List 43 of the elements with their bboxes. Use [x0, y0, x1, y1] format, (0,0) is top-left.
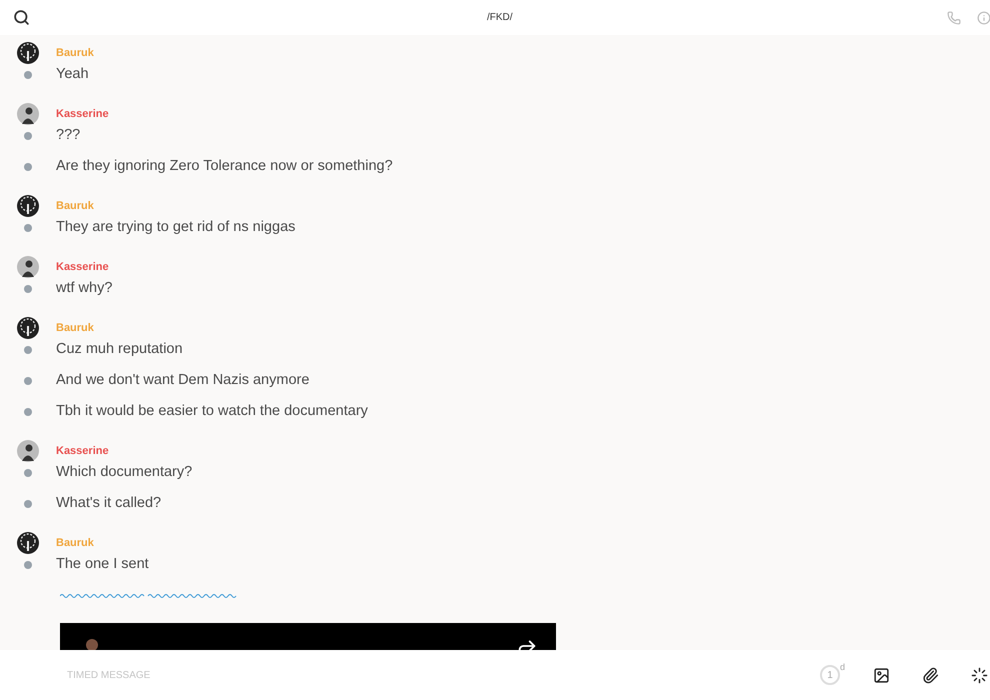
message-text: What's it called?: [56, 494, 162, 513]
message-text: They are trying to get rid of ns niggas: [56, 218, 296, 237]
avatar: [17, 440, 39, 462]
avatar: [17, 317, 39, 339]
avatar: [17, 256, 39, 278]
sender-name[interactable]: Kasserine: [56, 106, 109, 122]
sender-name[interactable]: Bauruk: [56, 198, 94, 214]
message-text: wtf why?: [56, 278, 112, 298]
message-bullet: [24, 500, 32, 508]
image-icon[interactable]: [873, 666, 890, 684]
message-bullet: [24, 376, 32, 384]
avatar: [17, 195, 39, 217]
message-text: Are they ignoring Zero Tolerance now or something?: [56, 156, 393, 176]
message-text: Cuz muh reputation: [56, 340, 183, 359]
message-bullet: [24, 408, 32, 416]
sender-name[interactable]: Kasserine: [56, 442, 109, 460]
message-text: The one I sent: [56, 554, 149, 574]
message-text: Which documentary?: [56, 462, 192, 482]
sender-name[interactable]: Bauruk: [56, 534, 94, 552]
avatar: [17, 103, 39, 125]
message-bullet: [24, 468, 32, 476]
loader-icon[interactable]: [971, 666, 988, 684]
sender-name[interactable]: Bauruk: [56, 320, 94, 336]
message-bullet: [24, 132, 32, 140]
message-bullet: [24, 224, 32, 232]
paperclip-icon[interactable]: [922, 666, 939, 684]
link-drawing[interactable]: [60, 592, 238, 598]
message-text: And we don't want Dem Nazis anymore: [56, 370, 310, 390]
message-text: Yeah: [56, 64, 89, 84]
message-bullet: [24, 70, 32, 78]
message-text: Tbh it would be easier to watch the documentary: [56, 402, 368, 421]
message-bullet: [24, 346, 32, 354]
message-bullet: [24, 162, 32, 170]
avatar: [17, 42, 39, 64]
sender-name[interactable]: Bauruk: [56, 44, 94, 62]
avatar: [17, 532, 39, 554]
message-text: ???: [56, 126, 80, 145]
message-bullet: [24, 284, 32, 292]
search-icon[interactable]: [13, 9, 30, 26]
message-input[interactable]: TIMED MESSAGE: [60, 668, 820, 682]
sender-name[interactable]: Kasserine: [56, 258, 109, 276]
chat-title: /FKD/: [487, 11, 513, 25]
message-bullet: [24, 560, 32, 568]
